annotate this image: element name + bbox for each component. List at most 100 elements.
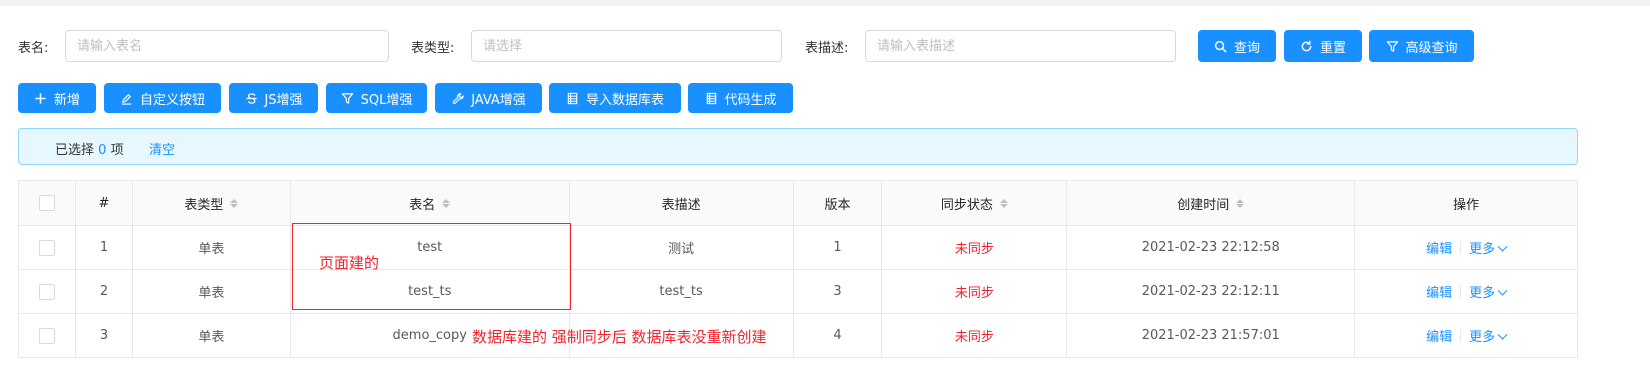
table-desc-input[interactable] — [865, 30, 1176, 62]
custom-button-button[interactable]: 自定义按钮 — [104, 83, 221, 113]
table-row: 2 单表 test_ts test_ts 3 未同步 2021-02-23 22… — [19, 270, 1579, 314]
search-form: 表名: 表类型: 表描述: 查询 重置 高级查询 — [0, 30, 1650, 62]
reset-button[interactable]: 重置 — [1284, 30, 1362, 62]
row-created: 2021-02-23 21:57:01 — [1067, 314, 1356, 357]
selection-alert: 已选择 0 项 清空 — [18, 128, 1578, 165]
row-version: 3 — [794, 270, 883, 313]
row-index: 2 — [76, 270, 133, 313]
row-select-cell — [19, 314, 76, 357]
action-divider — [1460, 241, 1462, 254]
row-version: 4 — [794, 314, 883, 357]
more-label: 更多 — [1469, 286, 1496, 301]
add-button-label: 新增 — [53, 92, 80, 108]
reset-button-label: 重置 — [1319, 40, 1346, 56]
action-divider — [1460, 329, 1462, 342]
table-header-row: # 表类型 表名 表描述 版本 同步状态 创建时间 操作 — [19, 181, 1579, 226]
table-row: 3 单表 demo_copy 4 未同步 2021-02-23 21:57:01… — [19, 314, 1579, 358]
row-actions: 编辑 更多 — [1355, 270, 1579, 313]
row-type: 单表 — [133, 314, 291, 357]
header-sync-label: 同步状态 — [940, 197, 993, 213]
code-gen-button[interactable]: 代码生成 — [688, 83, 793, 113]
edit-link[interactable]: 编辑 — [1426, 282, 1452, 301]
header-type-label: 表类型 — [184, 197, 224, 213]
import-db-table-label: 导入数据库表 — [585, 92, 664, 108]
edit-link[interactable]: 编辑 — [1426, 238, 1452, 257]
selection-count: 0 — [98, 143, 107, 158]
row-desc: test_ts — [570, 270, 794, 313]
sort-icon[interactable] — [1236, 198, 1245, 208]
row-index: 1 — [76, 226, 133, 269]
more-dropdown[interactable]: 更多 — [1469, 238, 1508, 257]
more-label: 更多 — [1469, 242, 1496, 257]
data-table: # 表类型 表名 表描述 版本 同步状态 创建时间 操作 1 单表 test 测… — [18, 180, 1579, 358]
header-type[interactable]: 表类型 — [133, 181, 291, 225]
sql-enhance-button[interactable]: SQL增强 — [326, 83, 427, 113]
chevron-down-icon — [1497, 285, 1508, 296]
table-row: 1 单表 test 测试 1 未同步 2021-02-23 22:12:58 编… — [19, 226, 1579, 270]
sort-icon[interactable] — [999, 198, 1008, 208]
filter-icon — [341, 91, 355, 105]
row-checkbox[interactable] — [38, 283, 55, 300]
query-button[interactable]: 查询 — [1198, 30, 1276, 62]
custom-button-label: 自定义按钮 — [139, 92, 205, 108]
row-checkbox[interactable] — [38, 239, 55, 256]
strikethrough-icon — [244, 91, 258, 105]
query-button-label: 查询 — [1233, 40, 1260, 56]
table-name-input[interactable] — [65, 30, 389, 62]
row-sync-status: 未同步 — [882, 226, 1068, 269]
more-dropdown[interactable]: 更多 — [1469, 326, 1508, 345]
action-toolbar: 新增 自定义按钮 JS增强 SQL增强 JAVA增强 导入数据库表 代码生成 — [0, 83, 1650, 113]
js-enhance-button[interactable]: JS增强 — [229, 83, 318, 113]
add-button[interactable]: 新增 — [18, 83, 96, 113]
edit-link[interactable]: 编辑 — [1426, 326, 1452, 345]
database-table-icon — [704, 91, 718, 105]
row-sync-status: 未同步 — [882, 270, 1068, 313]
chevron-down-icon — [1497, 329, 1508, 340]
selection-suffix: 项 — [110, 143, 124, 158]
advanced-query-button-label: 高级查询 — [1405, 40, 1458, 56]
row-type: 单表 — [133, 270, 291, 313]
more-dropdown[interactable]: 更多 — [1469, 282, 1508, 301]
row-actions: 编辑 更多 — [1355, 314, 1579, 357]
header-version: 版本 — [794, 181, 883, 225]
header-index: # — [76, 181, 133, 225]
annotation-db-built: 数据库建的 强制同步后 数据库表没重新创建 — [472, 328, 767, 346]
plus-icon — [34, 91, 48, 105]
java-enhance-button[interactable]: JAVA增强 — [435, 83, 542, 113]
clear-selection-link[interactable]: 清空 — [149, 139, 175, 158]
row-version: 1 — [794, 226, 883, 269]
row-created: 2021-02-23 22:12:58 — [1067, 226, 1356, 269]
row-desc: 测试 — [570, 226, 794, 269]
row-select-cell — [19, 270, 76, 313]
import-db-table-button[interactable]: 导入数据库表 — [549, 83, 681, 113]
select-all-checkbox[interactable] — [38, 195, 55, 211]
reload-icon — [1300, 39, 1314, 53]
highlight-icon — [120, 91, 134, 105]
header-actions: 操作 — [1355, 181, 1579, 225]
filter-icon — [1385, 39, 1399, 53]
header-select-all-cell — [19, 181, 76, 225]
tool-icon — [451, 91, 465, 105]
top-strip — [0, 0, 1650, 6]
action-divider — [1460, 285, 1462, 298]
row-checkbox[interactable] — [38, 327, 55, 344]
selection-summary: 已选择 0 项 — [55, 139, 124, 158]
row-type: 单表 — [133, 226, 291, 269]
table-type-select[interactable] — [471, 30, 782, 62]
header-name[interactable]: 表名 — [291, 181, 570, 225]
table-desc-label: 表描述: — [805, 41, 849, 56]
header-created-label: 创建时间 — [1177, 197, 1230, 213]
table-name-label: 表名: — [18, 41, 49, 56]
sql-enhance-label: SQL增强 — [360, 92, 413, 108]
row-actions: 编辑 更多 — [1355, 226, 1579, 269]
header-created[interactable]: 创建时间 — [1067, 181, 1356, 225]
row-sync-status: 未同步 — [882, 314, 1068, 357]
header-sync[interactable]: 同步状态 — [882, 181, 1068, 225]
sort-icon[interactable] — [230, 198, 239, 208]
header-name-label: 表名 — [409, 197, 436, 213]
js-enhance-label: JS增强 — [264, 92, 303, 108]
sort-icon[interactable] — [442, 198, 451, 208]
advanced-query-button[interactable]: 高级查询 — [1369, 30, 1474, 62]
header-desc: 表描述 — [570, 181, 794, 225]
selection-prefix: 已选择 — [55, 143, 95, 158]
